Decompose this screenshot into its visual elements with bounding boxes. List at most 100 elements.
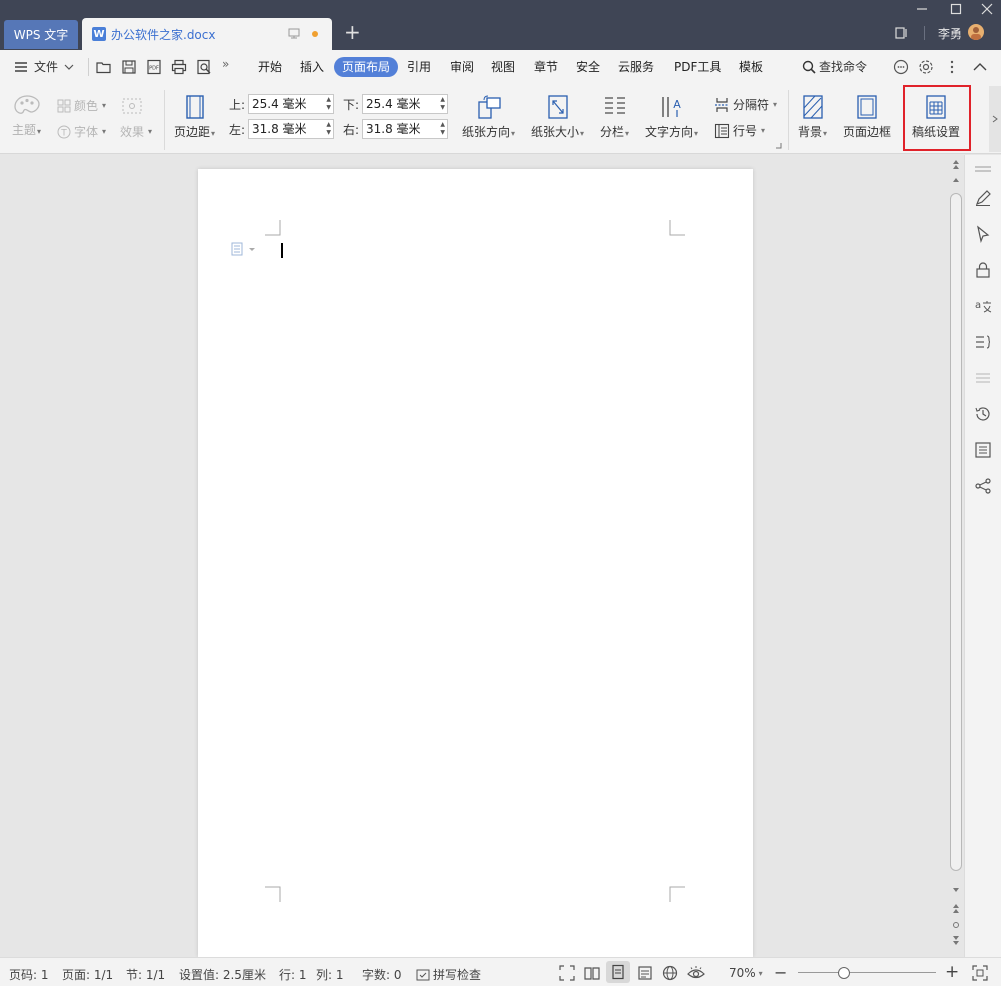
select-browse-icon[interactable] (952, 921, 960, 929)
print-icon[interactable] (171, 59, 187, 75)
margins-button[interactable]: 页边距▾ (174, 94, 215, 140)
tab-templates[interactable]: 模板 (731, 57, 771, 77)
monitor-icon[interactable] (288, 28, 300, 39)
scroll-arrow-up-icon[interactable] (952, 177, 960, 183)
bottom-margin-field[interactable]: 25.4 毫米 ▲ ▼ (362, 94, 448, 114)
right-margin-spinner[interactable]: ▲ ▼ (440, 121, 445, 137)
dialog-launcher-icon[interactable] (776, 143, 782, 149)
user-name[interactable]: 李勇 (938, 25, 962, 42)
reading-mode-icon[interactable] (584, 965, 600, 981)
paragraph-layout-icon[interactable] (231, 242, 257, 256)
zoom-slider[interactable] (798, 972, 936, 973)
zoom-in-button[interactable]: + (945, 962, 959, 982)
orientation-button[interactable]: 纸张方向▾ (462, 94, 515, 140)
page-number-status[interactable]: 页码: 1 (9, 966, 49, 983)
top-margin-spinner[interactable]: ▲ ▼ (326, 96, 331, 112)
tab-home[interactable]: 开始 (250, 57, 290, 77)
share-icon[interactable] (974, 477, 992, 495)
sidebar-grip-icon[interactable] (974, 165, 992, 173)
fit-window-icon[interactable] (972, 965, 988, 981)
document-area[interactable] (0, 155, 964, 957)
setting-status[interactable]: 设置值: 2.5厘米 (179, 966, 266, 983)
tab-section[interactable]: 章节 (526, 57, 566, 77)
scroll-arrow-down-icon[interactable] (952, 887, 960, 893)
feedback-icon[interactable] (893, 59, 909, 75)
effect-button[interactable]: 效果 ▾ (120, 123, 152, 140)
effect-icon-button[interactable] (120, 97, 144, 115)
save-icon[interactable] (121, 59, 137, 75)
web-view-icon[interactable] (662, 965, 678, 981)
export-pdf-icon[interactable]: PDF (146, 59, 162, 75)
pen-icon[interactable] (974, 189, 992, 207)
left-margin-label: 左: (229, 123, 246, 137)
text-direction-button[interactable]: A 文字方向▾ (645, 94, 698, 140)
page-view-button[interactable] (606, 961, 630, 983)
scroll-up-icon[interactable] (952, 159, 960, 171)
spell-check-button[interactable]: 拼写检查 (416, 966, 481, 983)
tab-security[interactable]: 安全 (568, 57, 608, 77)
bottom-margin-spinner[interactable]: ▲ ▼ (440, 96, 445, 112)
history-icon[interactable] (974, 405, 992, 423)
tab-review[interactable]: 审阅 (442, 57, 482, 77)
new-tab-button[interactable]: + (344, 22, 361, 42)
collapse-ribbon-icon[interactable] (972, 59, 988, 75)
ribbon-scroll-right[interactable] (989, 86, 1001, 152)
left-margin-spinner[interactable]: ▲ ▼ (326, 121, 331, 137)
background-button[interactable]: 背景▾ (798, 94, 827, 140)
tab-cloud-service[interactable]: 云服务 (610, 57, 662, 77)
document-stats-icon[interactable] (974, 441, 992, 459)
tab-view[interactable]: 视图 (483, 57, 523, 77)
close-icon[interactable] (980, 2, 994, 16)
separator-button[interactable]: 分隔符 ▾ (714, 96, 777, 113)
outline-icon[interactable] (974, 333, 992, 351)
color-button[interactable]: 颜色 ▾ (57, 97, 106, 114)
top-margin-field[interactable]: 25.4 毫米 ▲ ▼ (248, 94, 334, 114)
left-margin-field[interactable]: 31.8 毫米 ▲ ▼ (248, 119, 334, 139)
pointer-icon[interactable] (974, 225, 992, 243)
document-page[interactable] (198, 169, 753, 957)
scrollbar-thumb[interactable] (950, 193, 962, 871)
zoom-level-dropdown[interactable]: 70% ▾ (729, 966, 763, 980)
columns-button[interactable]: 分栏▾ (600, 94, 629, 140)
outline-view-icon[interactable] (637, 965, 653, 981)
font-button[interactable]: T 字体 ▾ (57, 123, 106, 140)
app-tab[interactable]: WPS 文字 (4, 20, 78, 49)
open-folder-icon[interactable] (96, 59, 112, 75)
next-page-icon[interactable] (952, 935, 960, 947)
search-command[interactable]: 查找命令 (802, 58, 867, 75)
line-number-button[interactable]: 行号 ▾ (714, 122, 765, 139)
paper-size-button[interactable]: 纸张大小▾ (531, 94, 584, 140)
tab-page-layout[interactable]: 页面布局 (334, 57, 399, 77)
more-vertical-icon[interactable] (946, 59, 958, 75)
lock-icon[interactable] (974, 261, 992, 279)
minimize-icon[interactable] (915, 2, 929, 16)
word-count-status[interactable]: 字数: 0 (362, 966, 402, 983)
file-menu-button[interactable]: 文件 (14, 58, 74, 75)
column-status: 列: 1 (316, 968, 344, 982)
zoom-slider-handle[interactable] (838, 967, 850, 979)
more-commands-button[interactable]: » (222, 57, 229, 71)
gear-icon[interactable] (918, 59, 934, 75)
translate-icon[interactable]: a (974, 297, 992, 315)
tab-pdf-tools[interactable]: PDF工具 (666, 57, 729, 77)
fullscreen-icon[interactable] (559, 965, 575, 981)
prev-page-icon[interactable] (952, 903, 960, 915)
right-margin-field[interactable]: 31.8 毫米 ▲ ▼ (362, 119, 448, 139)
eye-protection-icon[interactable] (687, 965, 705, 981)
section-status[interactable]: 节: 1/1 (126, 966, 165, 983)
vertical-scrollbar[interactable] (948, 155, 964, 957)
page-view-icon (612, 964, 624, 980)
svg-text:A: A (673, 98, 681, 111)
page-border-button[interactable]: 页面边框 (843, 94, 891, 140)
avatar[interactable] (968, 24, 984, 40)
tab-insert[interactable]: 插入 (292, 57, 332, 77)
zoom-out-button[interactable]: − (774, 963, 787, 982)
maximize-icon[interactable] (949, 2, 963, 16)
document-tab[interactable]: W 办公软件之家.docx (82, 18, 332, 50)
print-preview-icon[interactable] (196, 59, 212, 75)
theme-button[interactable]: 主题▾ (12, 94, 41, 138)
tab-switch-icon[interactable] (895, 26, 909, 40)
pages-status[interactable]: 页面: 1/1 (62, 966, 113, 983)
line-number-label: 行号 (733, 124, 758, 138)
tab-references[interactable]: 引用 (399, 57, 439, 77)
